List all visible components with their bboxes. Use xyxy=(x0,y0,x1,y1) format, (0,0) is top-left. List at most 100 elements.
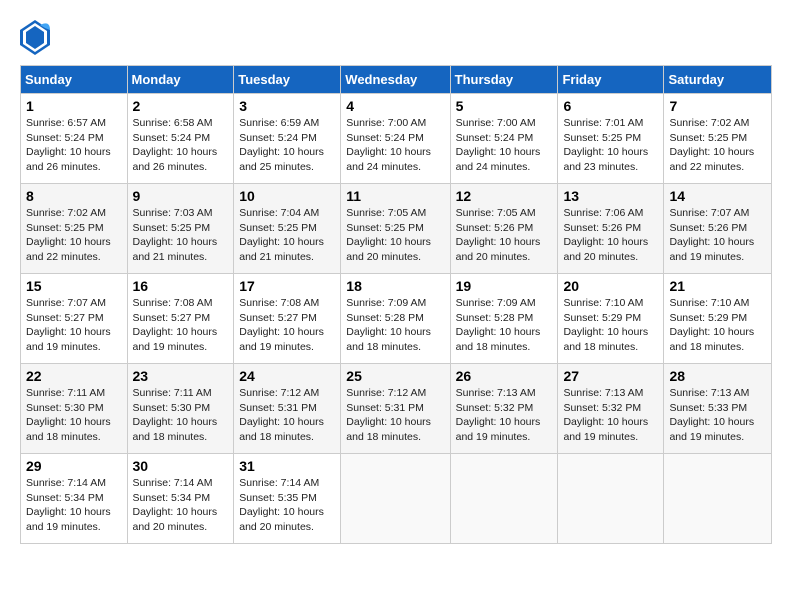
calendar-cell: 1Sunrise: 6:57 AM Sunset: 5:24 PM Daylig… xyxy=(21,94,128,184)
day-number: 14 xyxy=(669,188,766,204)
calendar-cell: 28Sunrise: 7:13 AM Sunset: 5:33 PM Dayli… xyxy=(664,364,772,454)
day-number: 29 xyxy=(26,458,122,474)
calendar-week-1: 1Sunrise: 6:57 AM Sunset: 5:24 PM Daylig… xyxy=(21,94,772,184)
calendar-cell: 7 Sunrise: 7:02 AM Sunset: 5:25 PM Daylig… xyxy=(664,94,772,184)
day-info: Sunrise: 7:14 AM Sunset: 5:34 PM Dayligh… xyxy=(26,476,122,535)
calendar-cell: 4 Sunrise: 7:00 AM Sunset: 5:24 PM Daylig… xyxy=(341,94,450,184)
day-info: Sunrise: 7:09 AM Sunset: 5:28 PM Dayligh… xyxy=(346,296,444,355)
calendar-cell: 30Sunrise: 7:14 AM Sunset: 5:34 PM Dayli… xyxy=(127,454,234,544)
day-number: 8 xyxy=(26,188,122,204)
day-info: Sunrise: 7:11 AM Sunset: 5:30 PM Dayligh… xyxy=(26,386,122,445)
day-info: Sunrise: 7:08 AM Sunset: 5:27 PM Dayligh… xyxy=(133,296,229,355)
calendar-cell xyxy=(558,454,664,544)
calendar-cell: 8 Sunrise: 7:02 AM Sunset: 5:25 PM Daylig… xyxy=(21,184,128,274)
calendar-week-3: 15Sunrise: 7:07 AM Sunset: 5:27 PM Dayli… xyxy=(21,274,772,364)
day-number: 7 xyxy=(669,98,766,114)
calendar-week-2: 8 Sunrise: 7:02 AM Sunset: 5:25 PM Daylig… xyxy=(21,184,772,274)
day-number: 12 xyxy=(456,188,553,204)
calendar-cell: 12 Sunrise: 7:05 AM Sunset: 5:26 PM Dayli… xyxy=(450,184,558,274)
day-info: Sunrise: 6:59 AM Sunset: 5:24 PM Dayligh… xyxy=(239,116,335,175)
day-info: Sunrise: 7:06 AM Sunset: 5:26 PM Dayligh… xyxy=(563,206,658,265)
day-info: Sunrise: 7:10 AM Sunset: 5:29 PM Dayligh… xyxy=(669,296,766,355)
day-info: Sunrise: 7:00 AM Sunset: 5:24 PM Dayligh… xyxy=(346,116,444,175)
day-info: Sunrise: 7:02 AM Sunset: 5:25 PM Dayligh… xyxy=(26,206,122,265)
day-number: 15 xyxy=(26,278,122,294)
calendar-cell: 5 Sunrise: 7:00 AM Sunset: 5:24 PM Daylig… xyxy=(450,94,558,184)
calendar-cell: 27 Sunrise: 7:13 AM Sunset: 5:32 PM Dayli… xyxy=(558,364,664,454)
day-info: Sunrise: 7:13 AM Sunset: 5:32 PM Dayligh… xyxy=(563,386,658,445)
day-number: 10 xyxy=(239,188,335,204)
calendar-cell: 14 Sunrise: 7:07 AM Sunset: 5:26 PM Dayli… xyxy=(664,184,772,274)
day-number: 30 xyxy=(133,458,229,474)
day-info: Sunrise: 7:00 AM Sunset: 5:24 PM Dayligh… xyxy=(456,116,553,175)
weekday-tuesday: Tuesday xyxy=(234,66,341,94)
day-info: Sunrise: 7:11 AM Sunset: 5:30 PM Dayligh… xyxy=(133,386,229,445)
day-info: Sunrise: 7:05 AM Sunset: 5:26 PM Dayligh… xyxy=(456,206,553,265)
calendar-cell: 9 Sunrise: 7:03 AM Sunset: 5:25 PM Daylig… xyxy=(127,184,234,274)
calendar-cell: 10 Sunrise: 7:04 AM Sunset: 5:25 PM Dayli… xyxy=(234,184,341,274)
day-info: Sunrise: 7:12 AM Sunset: 5:31 PM Dayligh… xyxy=(346,386,444,445)
day-number: 6 xyxy=(563,98,658,114)
calendar-cell: 13 Sunrise: 7:06 AM Sunset: 5:26 PM Dayli… xyxy=(558,184,664,274)
calendar-cell xyxy=(664,454,772,544)
weekday-wednesday: Wednesday xyxy=(341,66,450,94)
day-number: 17 xyxy=(239,278,335,294)
day-info: Sunrise: 7:04 AM Sunset: 5:25 PM Dayligh… xyxy=(239,206,335,265)
weekday-monday: Monday xyxy=(127,66,234,94)
day-info: Sunrise: 7:10 AM Sunset: 5:29 PM Dayligh… xyxy=(563,296,658,355)
weekday-header-row: SundayMondayTuesdayWednesdayThursdayFrid… xyxy=(21,66,772,94)
weekday-friday: Friday xyxy=(558,66,664,94)
calendar-week-4: 22 Sunrise: 7:11 AM Sunset: 5:30 PM Dayli… xyxy=(21,364,772,454)
day-number: 9 xyxy=(133,188,229,204)
day-number: 5 xyxy=(456,98,553,114)
day-info: Sunrise: 7:07 AM Sunset: 5:26 PM Dayligh… xyxy=(669,206,766,265)
day-info: Sunrise: 7:14 AM Sunset: 5:35 PM Dayligh… xyxy=(239,476,335,535)
day-info: Sunrise: 7:13 AM Sunset: 5:32 PM Dayligh… xyxy=(456,386,553,445)
logo xyxy=(20,20,54,55)
logo-icon xyxy=(20,20,50,55)
calendar-cell: 16 Sunrise: 7:08 AM Sunset: 5:27 PM Dayli… xyxy=(127,274,234,364)
calendar-cell: 2 Sunrise: 6:58 AM Sunset: 5:24 PM Daylig… xyxy=(127,94,234,184)
calendar-cell: 6 Sunrise: 7:01 AM Sunset: 5:25 PM Daylig… xyxy=(558,94,664,184)
calendar-cell: 11Sunrise: 7:05 AM Sunset: 5:25 PM Dayli… xyxy=(341,184,450,274)
day-info: Sunrise: 6:58 AM Sunset: 5:24 PM Dayligh… xyxy=(133,116,229,175)
calendar-cell: 17Sunrise: 7:08 AM Sunset: 5:27 PM Dayli… xyxy=(234,274,341,364)
calendar-cell: 22 Sunrise: 7:11 AM Sunset: 5:30 PM Dayli… xyxy=(21,364,128,454)
calendar-cell: 23Sunrise: 7:11 AM Sunset: 5:30 PM Dayli… xyxy=(127,364,234,454)
day-info: Sunrise: 7:09 AM Sunset: 5:28 PM Dayligh… xyxy=(456,296,553,355)
day-info: Sunrise: 7:02 AM Sunset: 5:25 PM Dayligh… xyxy=(669,116,766,175)
calendar-cell: 26 Sunrise: 7:13 AM Sunset: 5:32 PM Dayli… xyxy=(450,364,558,454)
calendar-cell xyxy=(450,454,558,544)
day-number: 22 xyxy=(26,368,122,384)
calendar-cell: 20 Sunrise: 7:10 AM Sunset: 5:29 PM Dayli… xyxy=(558,274,664,364)
day-info: Sunrise: 7:05 AM Sunset: 5:25 PM Dayligh… xyxy=(346,206,444,265)
day-number: 31 xyxy=(239,458,335,474)
day-number: 19 xyxy=(456,278,553,294)
day-number: 26 xyxy=(456,368,553,384)
day-number: 4 xyxy=(346,98,444,114)
day-number: 21 xyxy=(669,278,766,294)
calendar-table: SundayMondayTuesdayWednesdayThursdayFrid… xyxy=(20,65,772,544)
day-number: 20 xyxy=(563,278,658,294)
day-number: 24 xyxy=(239,368,335,384)
calendar-cell: 25 Sunrise: 7:12 AM Sunset: 5:31 PM Dayli… xyxy=(341,364,450,454)
calendar-cell: 18Sunrise: 7:09 AM Sunset: 5:28 PM Dayli… xyxy=(341,274,450,364)
day-number: 2 xyxy=(133,98,229,114)
calendar-cell: 15Sunrise: 7:07 AM Sunset: 5:27 PM Dayli… xyxy=(21,274,128,364)
day-info: Sunrise: 7:13 AM Sunset: 5:33 PM Dayligh… xyxy=(669,386,766,445)
calendar-cell: 21 Sunrise: 7:10 AM Sunset: 5:29 PM Dayli… xyxy=(664,274,772,364)
calendar-cell: 24 Sunrise: 7:12 AM Sunset: 5:31 PM Dayli… xyxy=(234,364,341,454)
calendar-week-5: 29 Sunrise: 7:14 AM Sunset: 5:34 PM Dayli… xyxy=(21,454,772,544)
weekday-thursday: Thursday xyxy=(450,66,558,94)
day-info: Sunrise: 7:01 AM Sunset: 5:25 PM Dayligh… xyxy=(563,116,658,175)
day-number: 27 xyxy=(563,368,658,384)
day-number: 13 xyxy=(563,188,658,204)
day-number: 16 xyxy=(133,278,229,294)
calendar-cell: 19 Sunrise: 7:09 AM Sunset: 5:28 PM Dayli… xyxy=(450,274,558,364)
day-number: 25 xyxy=(346,368,444,384)
page-header xyxy=(20,20,772,55)
day-info: Sunrise: 7:12 AM Sunset: 5:31 PM Dayligh… xyxy=(239,386,335,445)
day-info: Sunrise: 7:03 AM Sunset: 5:25 PM Dayligh… xyxy=(133,206,229,265)
day-number: 3 xyxy=(239,98,335,114)
day-info: Sunrise: 6:57 AM Sunset: 5:24 PM Dayligh… xyxy=(26,116,122,175)
